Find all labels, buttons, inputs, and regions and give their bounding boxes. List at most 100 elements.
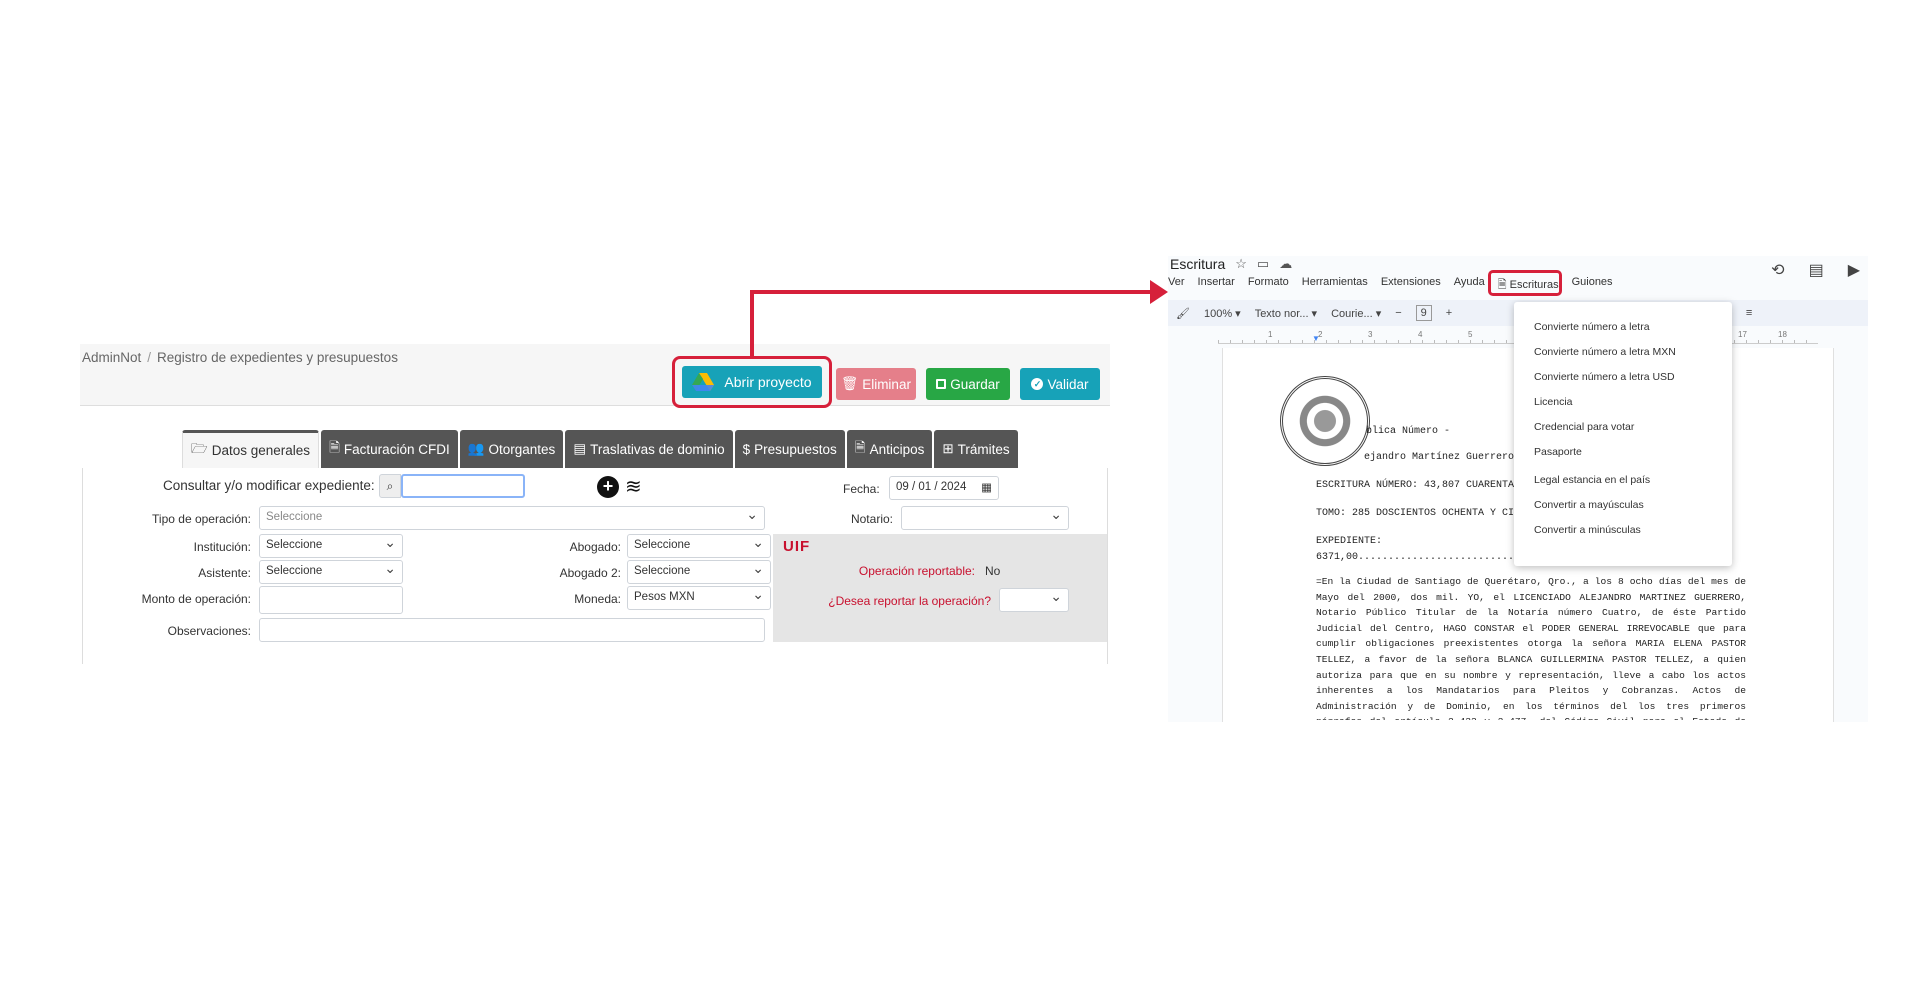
search-file-icon[interactable]: ⌕ xyxy=(379,474,401,498)
abogado-select[interactable]: Seleccione xyxy=(627,534,771,558)
history-icon[interactable]: ⟲ xyxy=(1771,260,1784,280)
users-icon: 👥 xyxy=(467,441,485,456)
menu-herramientas[interactable]: Herramientas xyxy=(1302,276,1368,295)
menu-formato[interactable]: Formato xyxy=(1248,276,1289,295)
save-icon xyxy=(936,379,947,389)
monto-input[interactable] xyxy=(259,586,403,614)
tipo-operacion-placeholder: Seleccione xyxy=(266,511,323,523)
guardar-button[interactable]: Guardar xyxy=(926,368,1010,400)
institucion-select[interactable]: Seleccione xyxy=(259,534,403,558)
ruler-mark: 1 xyxy=(1268,330,1273,339)
menu-item-minusculas[interactable]: Convertir a minúsculas xyxy=(1514,517,1732,542)
tipo-operacion-select[interactable]: Seleccione xyxy=(259,506,765,530)
escrituras-highlight-box xyxy=(1488,270,1562,296)
abogado2-select[interactable]: Seleccione xyxy=(627,560,771,584)
comments-icon[interactable]: ▤ xyxy=(1809,260,1824,280)
ruler-mark: 18 xyxy=(1778,330,1787,339)
datos-generales-form: Consultar y/o modificar expediente: ⌕ + … xyxy=(82,468,1108,664)
fecha-value: 09 / 01 / 2024 xyxy=(896,481,967,493)
font-size-increase[interactable]: + xyxy=(1446,307,1452,319)
font-select[interactable]: Courie... ▾ xyxy=(1331,307,1381,320)
tab-label: Facturación CFDI xyxy=(343,441,450,457)
file-icon: 🗎 xyxy=(854,439,866,455)
abogado-value: Seleccione xyxy=(634,539,691,551)
eliminar-button[interactable]: 🗑 Eliminar xyxy=(836,368,916,400)
ruler-mark: 4 xyxy=(1418,330,1423,339)
asistente-select[interactable]: Seleccione xyxy=(259,560,403,584)
tab-datos-generales[interactable]: 🗁 Datos generales xyxy=(182,430,320,468)
doc-body-paragraph: =En la Ciudad de Santiago de Querétaro, … xyxy=(1316,576,1746,720)
tab-tramites[interactable]: ⊞ Trámites xyxy=(934,430,1018,468)
document-icon: ▤ xyxy=(573,441,587,456)
moneda-label: Moneda: xyxy=(574,592,621,606)
tab-presupuestos[interactable]: $ Presupuestos xyxy=(734,430,845,468)
ruler-mark: 3 xyxy=(1368,330,1373,339)
page-header: AdminNot / Registro de expedientes y presu… xyxy=(80,344,1110,408)
institucion-label: Institución: xyxy=(193,540,251,554)
tab-anticipos[interactable]: 🗎 Anticipos xyxy=(846,430,933,468)
observaciones-input[interactable] xyxy=(259,618,765,642)
operacion-reportable-value: No xyxy=(985,564,1001,578)
menu-item-mayusculas[interactable]: Convertir a mayúsculas xyxy=(1514,492,1732,517)
meet-icon[interactable]: ▶ xyxy=(1848,260,1860,280)
moneda-value: Pesos MXN xyxy=(634,591,695,603)
menu-insertar[interactable]: Insertar xyxy=(1198,276,1235,295)
doc-notario-name: ejandro Martínez Guerrero xyxy=(1364,452,1515,463)
doc-title-bar: Escritura ☆ ▭ ☁ xyxy=(1170,256,1292,272)
menu-item-legal-estancia[interactable]: Legal estancia en el país xyxy=(1514,467,1732,492)
operacion-reportable-label: Operación reportable: xyxy=(858,564,975,578)
tab-label: Otorgantes xyxy=(488,441,556,457)
numbered-list-icon[interactable]: ≡ xyxy=(1746,307,1752,319)
abogado2-value: Seleccione xyxy=(634,565,691,577)
doc-title[interactable]: Escritura xyxy=(1170,256,1225,272)
check-circle-icon: ✓ xyxy=(1031,378,1044,390)
menu-extensiones[interactable]: Extensiones xyxy=(1381,276,1441,295)
tab-traslativas-de-dominio[interactable]: ▤ Traslativas de dominio xyxy=(565,430,733,468)
file-icon: 🗎 xyxy=(329,439,340,455)
font-size-decrease[interactable]: − xyxy=(1395,307,1401,319)
breadcrumb: AdminNot / Registro de expedientes y presu… xyxy=(82,350,398,365)
breadcrumb-home[interactable]: AdminNot xyxy=(82,350,141,365)
menu-item-numero-letra-mxn[interactable]: Convierte número a letra MXN xyxy=(1514,339,1732,364)
fecha-input[interactable]: 09 / 01 / 2024 ▦ xyxy=(889,476,999,500)
indent-marker-icon[interactable]: ▼ xyxy=(1312,334,1320,343)
menu-item-numero-letra[interactable]: Convierte número a letra xyxy=(1514,314,1732,339)
style-select[interactable]: Texto nor... ▾ xyxy=(1255,307,1317,320)
eliminar-label: Eliminar xyxy=(862,376,911,392)
abogado-label: Abogado: xyxy=(569,540,621,554)
menu-item-credencial-votar[interactable]: Credencial para votar xyxy=(1514,414,1732,439)
top-right-icons: ⟲ ▤ ▶ xyxy=(1771,260,1860,280)
cloud-icon[interactable]: ☁ xyxy=(1279,256,1292,272)
validar-label: Validar xyxy=(1047,376,1089,392)
add-circle-icon[interactable]: + xyxy=(597,476,619,498)
desea-reportar-select[interactable] xyxy=(999,588,1069,612)
move-folder-icon[interactable]: ▭ xyxy=(1257,256,1269,272)
tipo-operacion-label: Tipo de operación: xyxy=(152,512,251,526)
menu-ver[interactable]: Ver xyxy=(1168,276,1185,295)
menu-item-numero-letra-usd[interactable]: Convierte número a letra USD xyxy=(1514,364,1732,389)
paint-format-icon[interactable]: 🖌 xyxy=(1176,307,1190,320)
trash-icon: 🗑 xyxy=(841,376,859,391)
style-value: Texto nor... xyxy=(1254,307,1309,320)
menu-guiones[interactable]: Guiones xyxy=(1572,276,1613,295)
notario-label: Notario: xyxy=(850,512,893,526)
layer-add-icon[interactable]: ≋ xyxy=(625,474,642,499)
moneda-select[interactable]: Pesos MXN xyxy=(627,586,771,610)
tab-facturacion-cfdi[interactable]: 🗎 Facturación CFDI xyxy=(321,430,458,468)
font-value: Courie... xyxy=(1331,307,1373,320)
tab-otorgantes[interactable]: 👥 Otorgantes xyxy=(459,430,564,468)
notario-select[interactable] xyxy=(901,506,1069,530)
zoom-select[interactable]: 100% ▾ xyxy=(1204,307,1241,320)
observaciones-label: Observaciones: xyxy=(167,624,251,638)
menu-item-pasaporte[interactable]: Pasaporte xyxy=(1514,439,1732,464)
font-size-input[interactable]: 9 xyxy=(1415,305,1432,321)
validar-button[interactable]: ✓ Validar xyxy=(1020,368,1100,400)
notary-seal-image xyxy=(1280,376,1370,466)
menu-item-licencia[interactable]: Licencia xyxy=(1514,389,1732,414)
menu-ayuda[interactable]: Ayuda xyxy=(1454,276,1485,295)
star-icon[interactable]: ☆ xyxy=(1235,256,1247,272)
asistente-label: Asistente: xyxy=(198,566,251,580)
escrituras-dropdown-menu: Convierte número a letra Convierte númer… xyxy=(1514,302,1732,566)
tab-bar: 🗁 Datos generales 🗎 Facturación CFDI 👥 O… xyxy=(182,430,1018,468)
expediente-input[interactable] xyxy=(401,474,525,498)
